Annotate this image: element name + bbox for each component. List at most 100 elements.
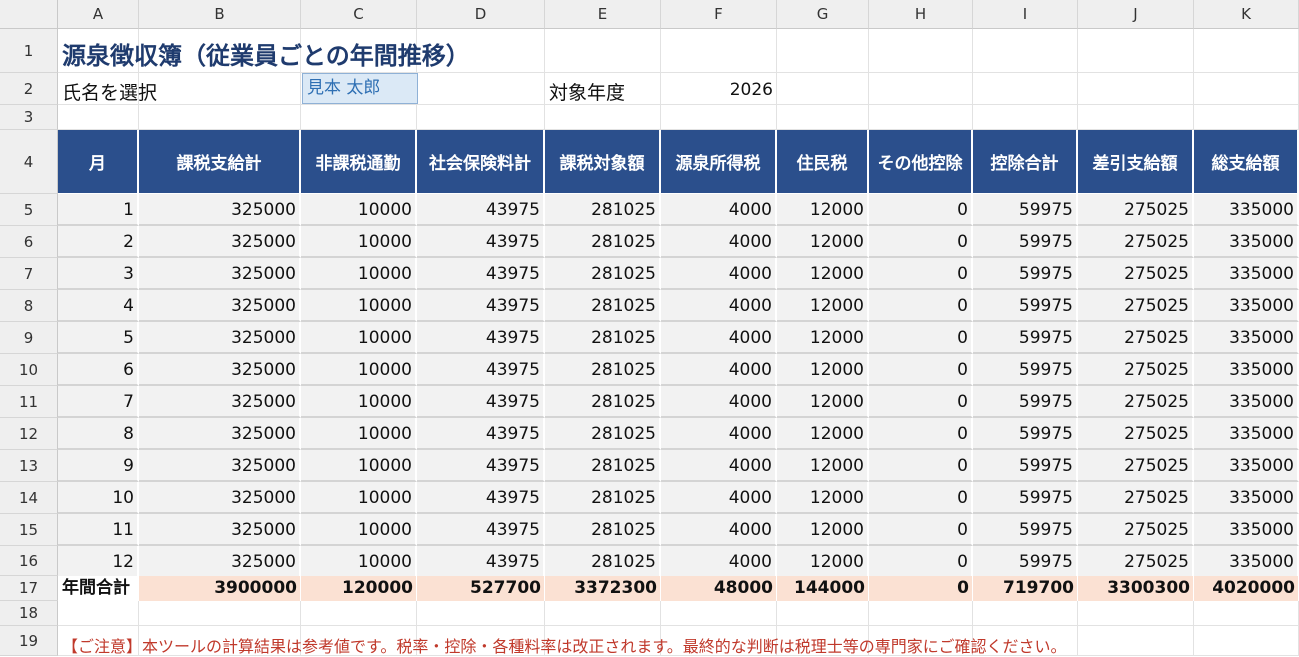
- total-cell[interactable]: 527700: [417, 576, 545, 601]
- month-cell[interactable]: 4: [58, 290, 139, 322]
- sheet-cell[interactable]: [1078, 29, 1194, 73]
- table-cell[interactable]: 10000: [301, 226, 417, 258]
- table-cell[interactable]: 43975: [417, 194, 545, 226]
- column-header-i[interactable]: I: [973, 0, 1078, 29]
- table-cell[interactable]: 10000: [301, 450, 417, 482]
- sheet-cell[interactable]: [973, 105, 1078, 130]
- table-cell[interactable]: 275025: [1078, 418, 1194, 450]
- table-cell[interactable]: 10000: [301, 322, 417, 354]
- sheet-cell[interactable]: [1078, 105, 1194, 130]
- table-cell[interactable]: 12000: [777, 514, 869, 546]
- table-cell[interactable]: 275025: [1078, 322, 1194, 354]
- table-cell[interactable]: 43975: [417, 482, 545, 514]
- table-cell[interactable]: 12000: [777, 450, 869, 482]
- table-cell[interactable]: 281025: [545, 226, 661, 258]
- table-header-cell[interactable]: その他控除: [869, 130, 973, 193]
- sheet-cell[interactable]: [58, 105, 139, 130]
- table-cell[interactable]: 43975: [417, 546, 545, 578]
- table-cell[interactable]: 335000: [1194, 226, 1299, 258]
- sheet-cell[interactable]: [869, 29, 973, 73]
- column-header-g[interactable]: G: [777, 0, 869, 29]
- column-header-j[interactable]: J: [1078, 0, 1194, 29]
- table-cell[interactable]: 10000: [301, 194, 417, 226]
- table-cell[interactable]: 10000: [301, 418, 417, 450]
- table-cell[interactable]: 59975: [973, 194, 1078, 226]
- table-cell[interactable]: 0: [869, 322, 973, 354]
- row-header-7[interactable]: 7: [0, 258, 58, 290]
- table-cell[interactable]: 0: [869, 546, 973, 578]
- column-header-b[interactable]: B: [139, 0, 301, 29]
- table-cell[interactable]: 59975: [973, 386, 1078, 418]
- employee-name-selector[interactable]: 見本 太郎: [302, 73, 418, 104]
- table-cell[interactable]: 335000: [1194, 482, 1299, 514]
- month-cell[interactable]: 6: [58, 354, 139, 386]
- table-cell[interactable]: 325000: [139, 194, 301, 226]
- table-cell[interactable]: 335000: [1194, 354, 1299, 386]
- table-cell[interactable]: 4000: [661, 322, 777, 354]
- sheet-cell[interactable]: [1078, 626, 1194, 656]
- table-cell[interactable]: 10000: [301, 482, 417, 514]
- row-header-5[interactable]: 5: [0, 194, 58, 226]
- table-cell[interactable]: 281025: [545, 450, 661, 482]
- table-cell[interactable]: 335000: [1194, 322, 1299, 354]
- year-value-cell[interactable]: 2026: [662, 80, 773, 100]
- table-cell[interactable]: 281025: [545, 482, 661, 514]
- sheet-cell[interactable]: [1194, 29, 1299, 73]
- table-cell[interactable]: 325000: [139, 482, 301, 514]
- table-cell[interactable]: 335000: [1194, 386, 1299, 418]
- sheet-cell[interactable]: [777, 601, 869, 626]
- table-cell[interactable]: 0: [869, 514, 973, 546]
- total-cell[interactable]: 144000: [777, 576, 869, 601]
- sheet-cell[interactable]: [973, 73, 1078, 105]
- table-cell[interactable]: 275025: [1078, 258, 1194, 290]
- row-header-8[interactable]: 8: [0, 290, 58, 322]
- row-header-1[interactable]: 1: [0, 29, 58, 73]
- sheet-cell[interactable]: [777, 105, 869, 130]
- table-header-cell[interactable]: 月: [58, 130, 139, 193]
- month-cell[interactable]: 12: [58, 546, 139, 578]
- table-cell[interactable]: 43975: [417, 226, 545, 258]
- table-cell[interactable]: 0: [869, 354, 973, 386]
- table-cell[interactable]: 335000: [1194, 546, 1299, 578]
- row-header-17[interactable]: 17: [0, 576, 58, 601]
- table-cell[interactable]: 325000: [139, 514, 301, 546]
- column-header-f[interactable]: F: [661, 0, 777, 29]
- row-header-13[interactable]: 13: [0, 450, 58, 482]
- table-cell[interactable]: 12000: [777, 482, 869, 514]
- table-cell[interactable]: 12000: [777, 194, 869, 226]
- table-cell[interactable]: 59975: [973, 546, 1078, 578]
- table-cell[interactable]: 43975: [417, 290, 545, 322]
- month-cell[interactable]: 1: [58, 194, 139, 226]
- table-cell[interactable]: 335000: [1194, 258, 1299, 290]
- row-header-2[interactable]: 2: [0, 73, 58, 105]
- table-cell[interactable]: 43975: [417, 322, 545, 354]
- table-cell[interactable]: 12000: [777, 290, 869, 322]
- sheet-cell[interactable]: [661, 601, 777, 626]
- table-cell[interactable]: 4000: [661, 546, 777, 578]
- table-cell[interactable]: 10000: [301, 258, 417, 290]
- total-cell[interactable]: 48000: [661, 576, 777, 601]
- table-cell[interactable]: 0: [869, 450, 973, 482]
- table-cell[interactable]: 281025: [545, 258, 661, 290]
- sheet-cell[interactable]: [1194, 73, 1299, 105]
- table-cell[interactable]: 325000: [139, 418, 301, 450]
- month-cell[interactable]: 8: [58, 418, 139, 450]
- table-cell[interactable]: 335000: [1194, 450, 1299, 482]
- table-cell[interactable]: 0: [869, 386, 973, 418]
- sheet-cell[interactable]: [139, 601, 301, 626]
- month-cell[interactable]: 2: [58, 226, 139, 258]
- table-cell[interactable]: 59975: [973, 258, 1078, 290]
- table-header-cell[interactable]: 非課税通勤: [301, 130, 417, 193]
- total-cell[interactable]: 719700: [973, 576, 1078, 601]
- table-header-cell[interactable]: 社会保険料計: [417, 130, 545, 193]
- table-cell[interactable]: 275025: [1078, 546, 1194, 578]
- table-cell[interactable]: 0: [869, 258, 973, 290]
- sheet-cell[interactable]: [1078, 73, 1194, 105]
- table-cell[interactable]: 10000: [301, 386, 417, 418]
- table-cell[interactable]: 43975: [417, 258, 545, 290]
- table-header-cell[interactable]: 課税対象額: [545, 130, 661, 193]
- table-cell[interactable]: 59975: [973, 450, 1078, 482]
- sheet-cell[interactable]: [661, 29, 777, 73]
- table-header-cell[interactable]: 課税支給計: [139, 130, 301, 193]
- sheet-cell[interactable]: [417, 105, 545, 130]
